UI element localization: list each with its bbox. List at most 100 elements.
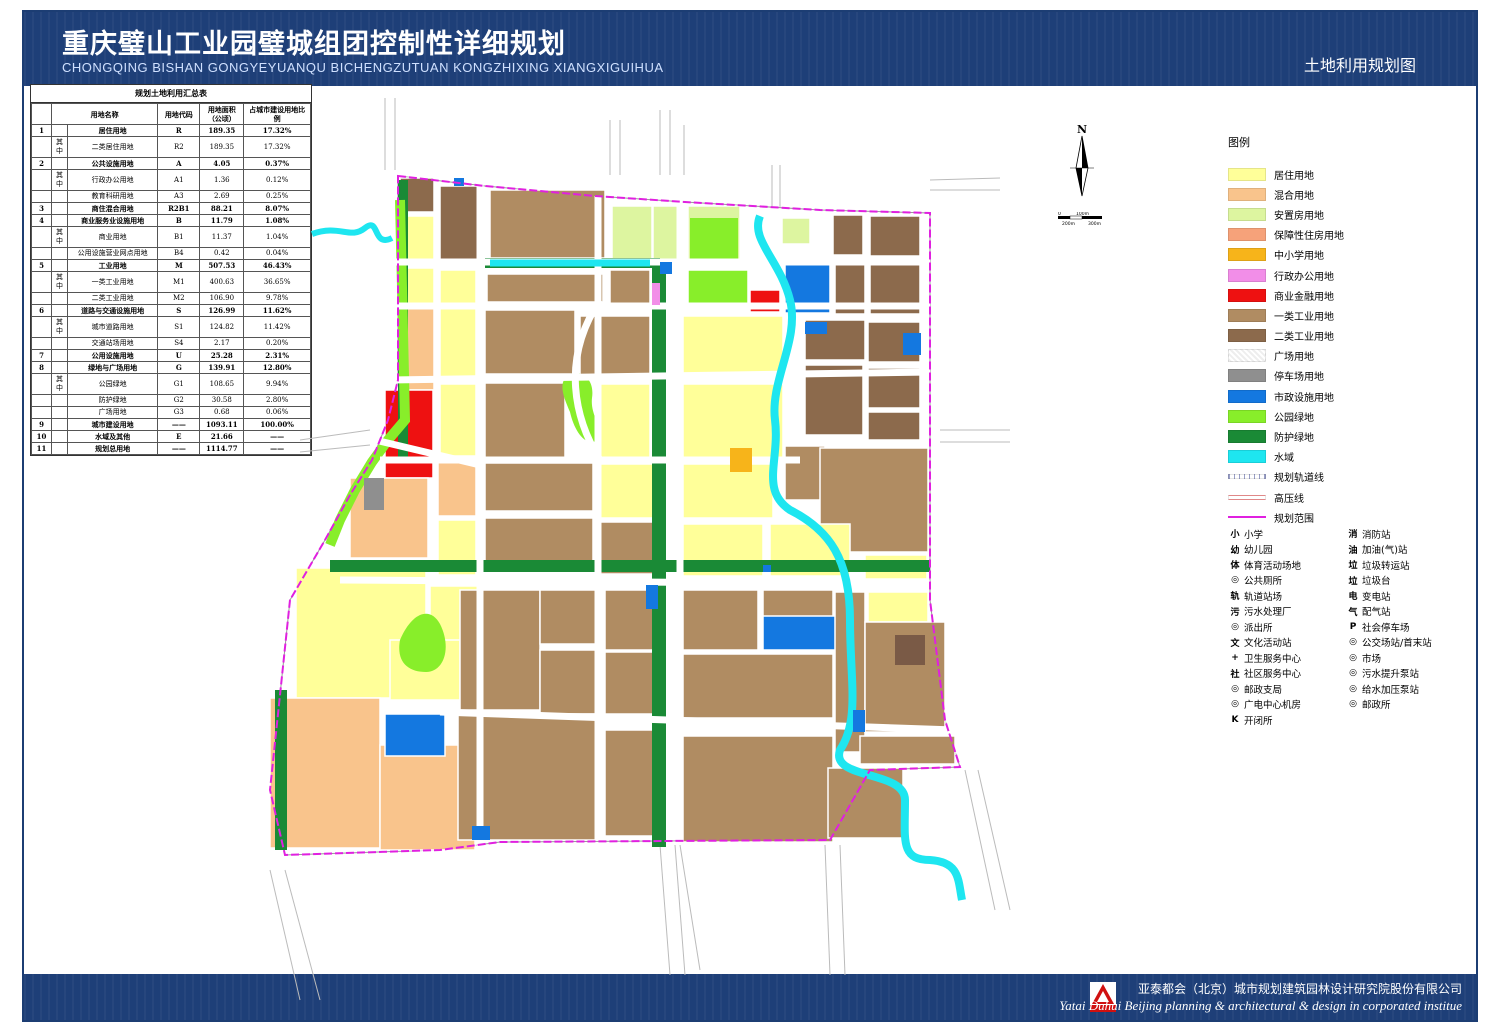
legend-label: 规划轨道线 [1274,473,1324,485]
land-parcel-mixed [437,461,477,517]
facility-symbol-icon: 小 [1230,530,1240,541]
symbol-label: 给水加压泵站 [1362,684,1420,696]
external-road-line [284,869,321,1001]
facility-symbol-legend: 小小学消消防站幼幼儿园油加油(气)站体体育活动场地垃垃圾转运站 ◎ 公共厕所垃垃圾台… [1226,526,1466,728]
main-road [339,576,931,588]
land-parcel-resettle [781,217,811,245]
symbol-label: 邮政支局 [1244,684,1283,696]
facility-symbol-icon: 社 [1230,669,1240,680]
symbol-item: ◎ 给水加压泵站 [1344,682,1462,696]
external-road-line [269,869,301,1001]
symbol-label: 卫生服务中心 [1244,653,1302,665]
symbol-label: 公交场站/首末站 [1362,638,1432,650]
external-road-line [929,177,1001,181]
symbol-row: 小小学消消防站 [1226,526,1466,542]
land-parcel-residential [599,463,656,519]
buffer-green-belt [652,265,666,847]
legend-swatch [1228,308,1266,322]
legend-item: 商业金融用地 [1228,285,1468,305]
land-parcel-ind1 [859,735,956,765]
legend-item: 保障性住房用地 [1228,225,1468,245]
legend-item: 防护绿地 [1228,426,1468,446]
land-parcel-utility [762,615,844,651]
land-parcel-ind2 [867,411,921,441]
symbol-label: 社区服务中心 [1244,669,1302,681]
symbol-item: 幼幼儿园 [1226,542,1344,556]
legend-item: 公园绿地 [1228,406,1468,426]
facility-symbol-icon: K [1231,714,1239,725]
facility-symbol-icon: ◎ [1349,668,1357,679]
legend-swatch [1228,329,1266,343]
legend-item: 行政办公用地 [1228,265,1468,285]
symbol-label: 文化活动站 [1244,638,1292,650]
symbol-row: 污污水处理厂气配气站 [1226,604,1466,620]
symbol-label: 幼儿园 [1244,545,1273,557]
land-parcel-ind1 [579,315,651,377]
legend-label: 广场用地 [1274,352,1314,364]
symbol-item: K 开闭所 [1226,713,1344,727]
land-parcel-ind1 [489,189,606,259]
legend-item: 一类工业用地 [1228,305,1468,325]
external-road-line [659,844,671,976]
facility-symbol-icon: ◎ [1231,683,1239,694]
land-parcel-utility [384,713,446,757]
symbol-item: 社社区服务中心 [1226,666,1344,680]
symbol-row: 幼幼儿园油加油(气)站 [1226,542,1466,558]
land-parcel-ind1 [682,735,834,843]
land-parcel-ind1 [762,589,834,619]
land-parcel-resettle [611,205,653,267]
parking-site [364,478,384,510]
legend-swatch [1228,268,1266,282]
symbol-row: ◎ 邮政支局 ◎ 给水加压泵站 [1226,681,1466,697]
symbol-row: 社社区服务中心 ◎ 污水提升泵站 [1226,666,1466,682]
legend-label: 二类工业用地 [1274,332,1334,344]
legend-swatch [1228,389,1266,403]
facility-symbol-icon: 轨 [1230,592,1240,603]
legend-item: 二类工业用地 [1228,326,1468,346]
land-parcel-ind1 [539,589,601,645]
legend-label: 防护绿地 [1274,433,1314,445]
legend-label: 安置房用地 [1274,210,1324,222]
land-parcel-ind2 [869,215,921,257]
land-parcel-residential [439,307,477,379]
legend-label: 行政办公用地 [1274,271,1334,283]
symbol-row: 轨轨道站场电变电站 [1226,588,1466,604]
park-green-north [690,218,738,262]
symbol-row: 文文化活动站 ◎ 公交场站/首末站 [1226,635,1466,651]
legend-swatch [1228,409,1266,423]
facility-symbol-icon: 文 [1230,638,1240,649]
legend-label: 水域 [1274,453,1294,465]
symbol-item: ◎ 公共厕所 [1226,573,1344,587]
legend-swatch [1228,187,1266,201]
symbol-item: 污污水处理厂 [1226,604,1344,618]
symbol-item: ◎ 派出所 [1226,620,1344,634]
svg-text:0: 0 [1058,212,1061,217]
school-site [730,448,752,472]
symbol-label: 垃圾台 [1362,576,1391,588]
external-road-line [299,444,371,453]
legend-item: 停车场用地 [1228,366,1468,386]
legend-label: 高压线 [1274,493,1304,505]
legend-swatch [1228,248,1266,262]
symbol-label: 广电中心机房 [1244,700,1302,712]
symbol-label: 污水处理厂 [1244,607,1292,619]
facility-symbol-icon: 体 [1230,561,1240,572]
legend-swatch [1228,430,1266,444]
legend-label: 停车场用地 [1274,372,1324,384]
admin-site [652,283,660,305]
symbol-item: ◎ 广电中心机房 [1226,697,1344,711]
land-parcel-residential [867,591,929,623]
symbol-label: 开闭所 [1244,715,1273,727]
legend-label: 市政设施用地 [1274,392,1334,404]
symbol-label: 社会停车场 [1362,622,1410,634]
land-parcel-residential [682,315,784,379]
land-parcel-mixed [349,477,429,559]
svg-text:200m: 200m [1062,221,1075,227]
symbol-label: 派出所 [1244,622,1273,634]
symbol-item: P 社会停车场 [1344,620,1462,634]
utility-site [763,565,771,572]
external-road-line [299,429,371,441]
symbol-item: ◎ 邮政所 [1344,697,1462,711]
legend-item: 广场用地 [1228,346,1468,366]
utility-site [903,333,921,355]
